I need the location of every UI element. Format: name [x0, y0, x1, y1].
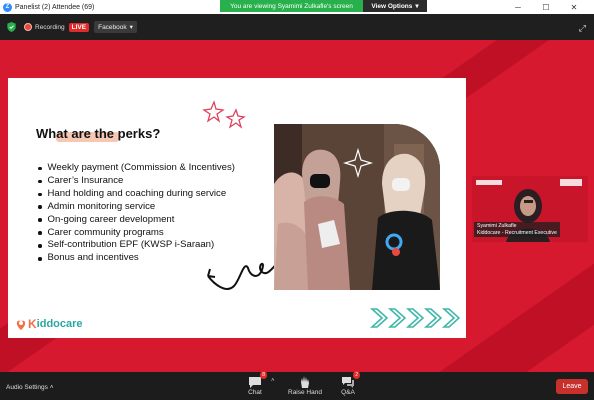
recording-dot-icon [24, 23, 32, 31]
perk-text: Carer community programs [47, 226, 164, 238]
viewing-screen-message: You are viewing Syamimi Zulkafle's scree… [220, 0, 363, 12]
caret-up-icon: ˄ [49, 384, 54, 391]
chat-bubble-icon: 8 [248, 371, 267, 389]
bullet-icon [38, 205, 42, 209]
qa-label: Q&A [341, 389, 355, 396]
perk-text: Hand holding and coaching during service [47, 187, 227, 199]
minimize-button[interactable]: ─ [504, 0, 532, 14]
stream-target-dropdown[interactable]: Facebook ▾ [94, 21, 137, 33]
leave-button[interactable]: Leave [556, 379, 588, 394]
audio-settings-button[interactable]: Audio Settings ˄ [6, 384, 54, 391]
presentation-slide: What are the perks? Weekly payment (Comm… [8, 78, 466, 338]
live-badge[interactable]: LIVE [68, 22, 90, 32]
qa-button[interactable]: 2 Q&A [341, 371, 360, 396]
audio-settings-label: Audio Settings [6, 384, 48, 391]
view-options-label: View Options [371, 2, 413, 10]
speaker-name-label: Syamimi Zulkafle Kiddocare - Recruitment… [474, 222, 560, 237]
photo-image [274, 124, 440, 290]
slide-title: What are the perks? [36, 126, 161, 141]
raise-hand-label: Raise Hand [288, 389, 322, 396]
chevron-arrows-decoration [370, 306, 460, 330]
chevron-down-icon: ▾ [415, 3, 419, 10]
perk-text: On-going career development [47, 213, 175, 225]
bullet-icon [38, 244, 42, 248]
perk-text: Bonus and incentives [47, 252, 139, 264]
stream-target-label: Facebook [98, 23, 127, 31]
maximize-icon: ☐ [542, 2, 550, 12]
bullet-icon [38, 257, 42, 261]
close-icon: ✕ [570, 2, 578, 12]
bullet-icon [38, 179, 42, 184]
perk-text: Admin monitoring service [47, 200, 156, 212]
bullet-icon [38, 218, 42, 222]
meeting-top-bar: Recording LIVE Facebook ▾ ⤢ [0, 14, 594, 40]
recording-label: Recording [35, 23, 65, 31]
fullscreen-icon[interactable]: ⤢ [579, 23, 586, 34]
perk-text: Carer’s Insurance [47, 174, 124, 186]
zoom-logo-icon: Z [3, 2, 12, 12]
bullet-icon [38, 231, 42, 235]
list-item: Carer’s Insurance [38, 175, 235, 188]
chat-label: Chat [248, 389, 262, 396]
raise-hand-icon [298, 375, 312, 389]
shared-screen-stage: What are the perks? Weekly payment (Comm… [0, 40, 594, 372]
meeting-toolbar: Audio Settings ˄ 8 Chat ˄ Raise Hand 2 Q… [0, 371, 594, 400]
chat-button[interactable]: 8 Chat [248, 371, 267, 396]
qa-bubble-icon: 2 [341, 371, 360, 389]
sparkle-stars-icon [202, 100, 246, 129]
kiddocare-logo: Kiddocare [16, 317, 83, 331]
list-item: Carer community programs [38, 227, 235, 240]
list-item: Hand holding and coaching during service [38, 188, 235, 201]
logo-letter: K [28, 317, 37, 331]
list-item: On-going career development [38, 214, 235, 227]
bullet-icon [38, 166, 42, 171]
perk-text: Self-contribution EPF (KWSP i-Saraan) [47, 239, 215, 251]
encryption-shield-icon[interactable] [7, 22, 16, 32]
minimize-icon: ─ [515, 2, 521, 12]
close-button[interactable]: ✕ [560, 0, 588, 14]
raise-hand-button[interactable]: Raise Hand [288, 375, 322, 396]
chevron-right-icon [370, 308, 460, 328]
qa-badge: 2 [353, 371, 360, 379]
kiddocare-logo-icon [16, 320, 26, 330]
screen-share-banner: You are viewing Syamimi Zulkafle's scree… [220, 0, 427, 12]
logo-wordmark: iddocare [36, 318, 83, 330]
list-item: Weekly payment (Commission & Incentives) [38, 162, 235, 175]
speaker-video-tile[interactable]: Syamimi Zulkafle Kiddocare - Recruitment… [472, 176, 588, 242]
volunteers-photo [274, 124, 440, 290]
chat-badge: 8 [260, 371, 267, 379]
chat-caret-up-icon[interactable]: ˄ [271, 378, 275, 384]
caret-down-icon: ▾ [129, 24, 133, 31]
perk-text: Weekly payment (Commission & Incentives) [47, 162, 236, 173]
maximize-button[interactable]: ☐ [532, 0, 560, 14]
view-options-button[interactable]: View Options ▾ [363, 0, 427, 12]
speaker-role: Kiddocare - Recruitment Executive [477, 229, 557, 236]
bullet-icon [38, 192, 42, 197]
list-item: Admin monitoring service [38, 201, 235, 214]
recording-indicator[interactable]: Recording [24, 23, 65, 31]
window-title: Panelist (2) Attendee (69) [15, 3, 95, 11]
